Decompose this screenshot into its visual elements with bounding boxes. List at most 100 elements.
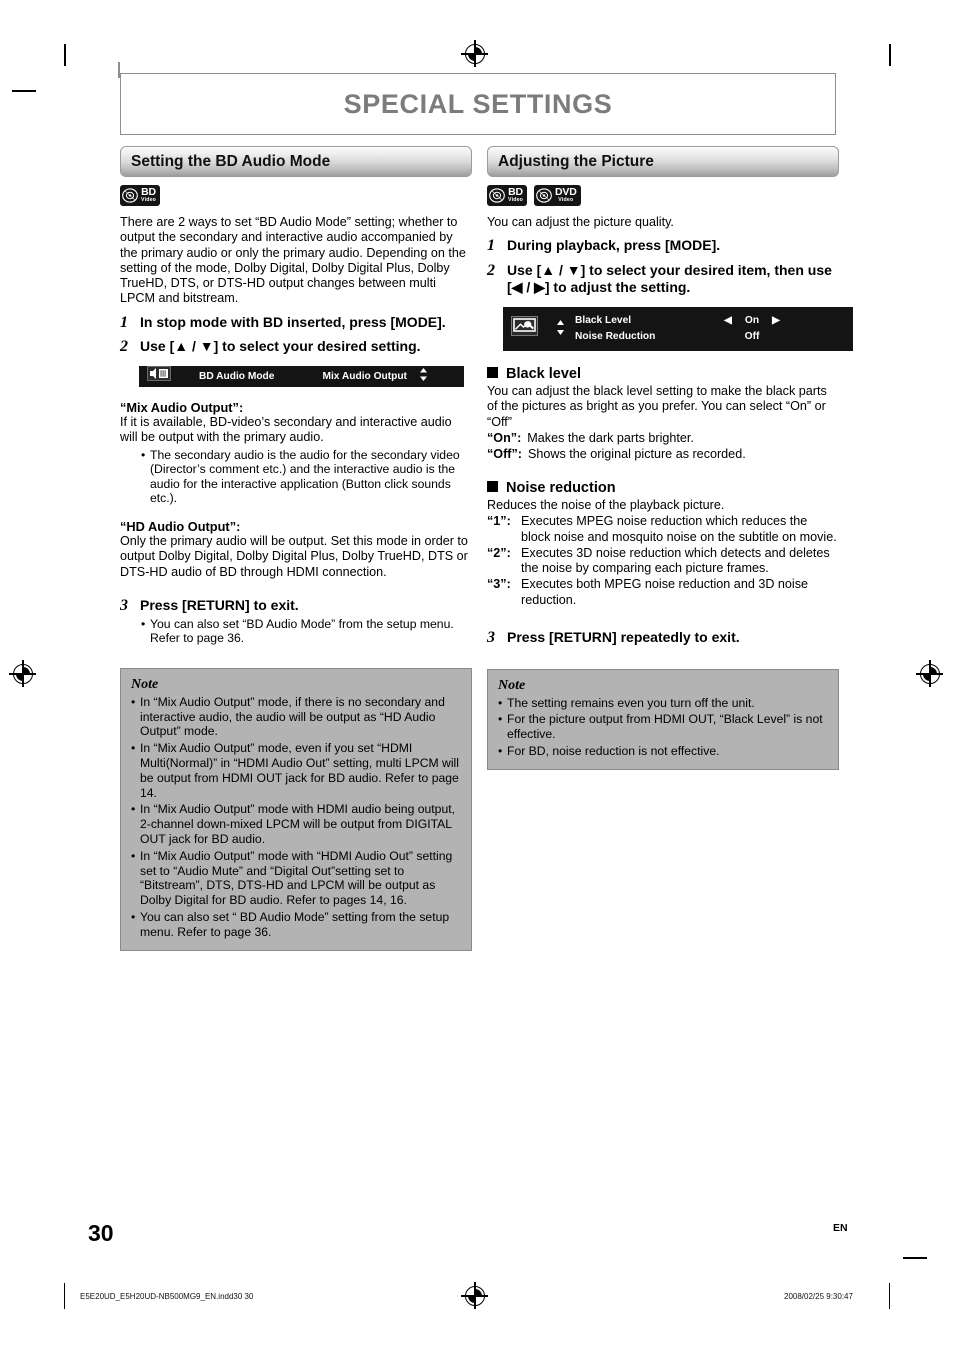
- section-title-label: Adjusting the Picture: [498, 152, 654, 170]
- note-item: • In “Mix Audio Output” mode, if there is…: [131, 695, 461, 739]
- osd-item-value: Mix Audio Output: [322, 370, 407, 382]
- right-note-box: Note • The setting remains even you turn …: [487, 668, 839, 770]
- option-desc: Executes both MPEG noise reduction and 3…: [521, 577, 809, 607]
- language-code: EN: [833, 1222, 848, 1234]
- bullet-text: The secondary audio is the audio for the…: [150, 447, 460, 506]
- note-item: • You can also set “ BD Audio Mode” setti…: [131, 910, 461, 940]
- registration-mark-right: [916, 660, 943, 687]
- disc-badge-sub: Video: [141, 196, 157, 203]
- option-key: “On”:: [487, 431, 522, 446]
- option-desc: Executes 3D noise reduction which detect…: [521, 545, 830, 576]
- step-number: 3: [487, 629, 495, 647]
- hd-audio-output-heading: “HD Audio Output”:: [120, 518, 241, 534]
- osd-updown-icon: [419, 368, 428, 384]
- osd-row-value: Off: [744, 331, 760, 343]
- note-item-text: For the picture output from HDMI OUT, “B…: [507, 712, 823, 742]
- mix-audio-output-bullet: • The secondary audio is the audio for t…: [141, 448, 472, 506]
- option-desc: Executes MPEG noise reduction which redu…: [521, 514, 837, 544]
- osd-row-label: Black Level: [575, 315, 632, 327]
- right-step-1: 1 During playback, press [MODE].: [487, 237, 839, 255]
- note-list: • In “Mix Audio Output” mode, if there is…: [131, 695, 461, 940]
- noise-reduction-option: “3”: Executes both MPEG noise reduction …: [487, 577, 839, 608]
- option-desc: Makes the dark parts brighter.: [527, 431, 694, 446]
- disc-badge-name: BD: [508, 185, 523, 198]
- bullet-text: You can also set “BD Audio Mode” from th…: [150, 616, 454, 646]
- option-key: “Off”:: [487, 447, 522, 462]
- noise-reduction-heading: Noise reduction: [487, 480, 839, 496]
- heading-text: Noise reduction: [506, 479, 616, 496]
- note-item-text: The setting remains even you turn off th…: [507, 695, 755, 710]
- page-canvas: SPECIAL SETTINGS Setting the BD Audio Mo…: [0, 0, 954, 1351]
- disc-icon: [122, 187, 138, 203]
- disc-badge-dvd: DVD Video: [534, 184, 581, 206]
- page-title-box: SPECIAL SETTINGS: [120, 73, 836, 135]
- heading-text: Black level: [506, 365, 581, 382]
- option-key: “1”:: [487, 514, 511, 529]
- section-header-adjusting-the-picture: Adjusting the Picture: [487, 146, 839, 177]
- step-number: 1: [120, 313, 128, 331]
- note-item: • The setting remains even you turn off t…: [498, 696, 828, 711]
- bullet-dot-icon: •: [498, 695, 503, 710]
- left-intro-paragraph: There are 2 ways to set “BD Audio Mode” …: [120, 215, 466, 306]
- osd-right-arrow-icon[interactable]: ▶: [768, 315, 784, 326]
- right-step-2: 2 Use [▲ / ▼] to select your desired ite…: [487, 262, 839, 297]
- disc-badge-name: DVD: [555, 185, 577, 198]
- note-item: • In “Mix Audio Output” mode with HDMI au…: [131, 802, 461, 846]
- black-level-option: “Off”: Shows the original picture as rec…: [487, 447, 839, 462]
- osd-row-label: Noise Reduction: [575, 331, 656, 343]
- step-text: In stop mode with BD inserted, press [MO…: [140, 313, 446, 330]
- right-column: Adjusting the Picture BD Video DVD Video…: [487, 146, 853, 770]
- right-intro-paragraph: You can adjust the picture quality.: [487, 215, 674, 229]
- square-bullet-icon: [487, 366, 498, 378]
- bullet-dot-icon: •: [141, 616, 146, 631]
- note-title: Note: [131, 676, 159, 692]
- left-step-1: 1 In stop mode with BD inserted, press […: [120, 314, 472, 332]
- footer-rule-left: [64, 1283, 66, 1309]
- note-item-text: You can also set “ BD Audio Mode” settin…: [140, 910, 450, 939]
- audio-mode-icon: [147, 366, 171, 386]
- bullet-dot-icon: •: [131, 802, 136, 817]
- footer-rule-right: [889, 1283, 891, 1309]
- osd-left-arrow-icon[interactable]: ◀: [720, 315, 736, 326]
- option-key: “3”:: [487, 577, 511, 592]
- note-item: • For BD, noise reduction is not effectiv…: [498, 744, 828, 759]
- note-item-text: In “Mix Audio Output” mode with HDMI aud…: [140, 802, 456, 847]
- left-note-box: Note • In “Mix Audio Output” mode, if the…: [120, 667, 472, 951]
- note-item-text: In “Mix Audio Output” mode, even if you …: [140, 741, 459, 800]
- step-text: Use [▲ / ▼] to select your desired item,…: [507, 261, 832, 296]
- step-number: 1: [487, 237, 495, 255]
- note-list: • The setting remains even you turn off t…: [498, 696, 828, 759]
- crop-mark-bottom-right-horizontal: [903, 1257, 927, 1259]
- mix-audio-output-body: If it is available, BD-video’s secondary…: [120, 414, 452, 445]
- note-item: • In “Mix Audio Output” mode, even if you…: [131, 741, 461, 800]
- step-text: Press [RETURN] to exit.: [140, 597, 299, 614]
- note-item-text: In “Mix Audio Output” mode, if there is …: [140, 694, 445, 739]
- black-level-body: You can adjust the black level setting t…: [487, 383, 827, 429]
- mix-audio-output-heading: “Mix Audio Output”:: [120, 399, 244, 415]
- bullet-dot-icon: •: [498, 743, 503, 758]
- left-step-3-bullet: • You can also set “BD Audio Mode” from …: [141, 617, 472, 646]
- footer-filename: E5E20UD_E5H20UD-NB500MG9_EN.indd30 30: [80, 1292, 254, 1301]
- page-title: SPECIAL SETTINGS: [343, 88, 613, 119]
- osd-item-label: BD Audio Mode: [199, 370, 275, 382]
- disc-badge-sub: Video: [558, 196, 574, 203]
- option-desc: Shows the original picture as recorded.: [527, 447, 746, 462]
- bullet-dot-icon: •: [498, 712, 503, 727]
- registration-mark-bottom: [461, 1282, 488, 1309]
- hd-audio-output-body: Only the primary audio will be output. S…: [120, 533, 468, 579]
- crop-mark-top-right-vertical: [889, 44, 891, 66]
- square-bullet-icon: [487, 480, 498, 492]
- step-text: Use [▲ / ▼] to select your desired setti…: [140, 338, 421, 355]
- bullet-dot-icon: •: [131, 694, 136, 709]
- osd-row-value: On: [744, 315, 760, 327]
- disc-icon: [536, 187, 552, 203]
- registration-mark-top: [461, 40, 488, 67]
- noise-reduction-body: Reduces the noise of the playback pictur…: [487, 497, 725, 512]
- osd-picture-settings: Black Level Noise Reduction ◀ On ▶ Off: [503, 306, 853, 351]
- disc-icon: [489, 187, 505, 203]
- registration-mark-left: [9, 660, 36, 687]
- disc-badge-bd: BD Video: [487, 184, 528, 206]
- noise-reduction-option: “1”: Executes MPEG noise reduction which…: [487, 514, 839, 545]
- disc-badge-row-left: BD Video: [120, 184, 472, 206]
- disc-badge-row-right: BD Video DVD Video: [487, 184, 839, 206]
